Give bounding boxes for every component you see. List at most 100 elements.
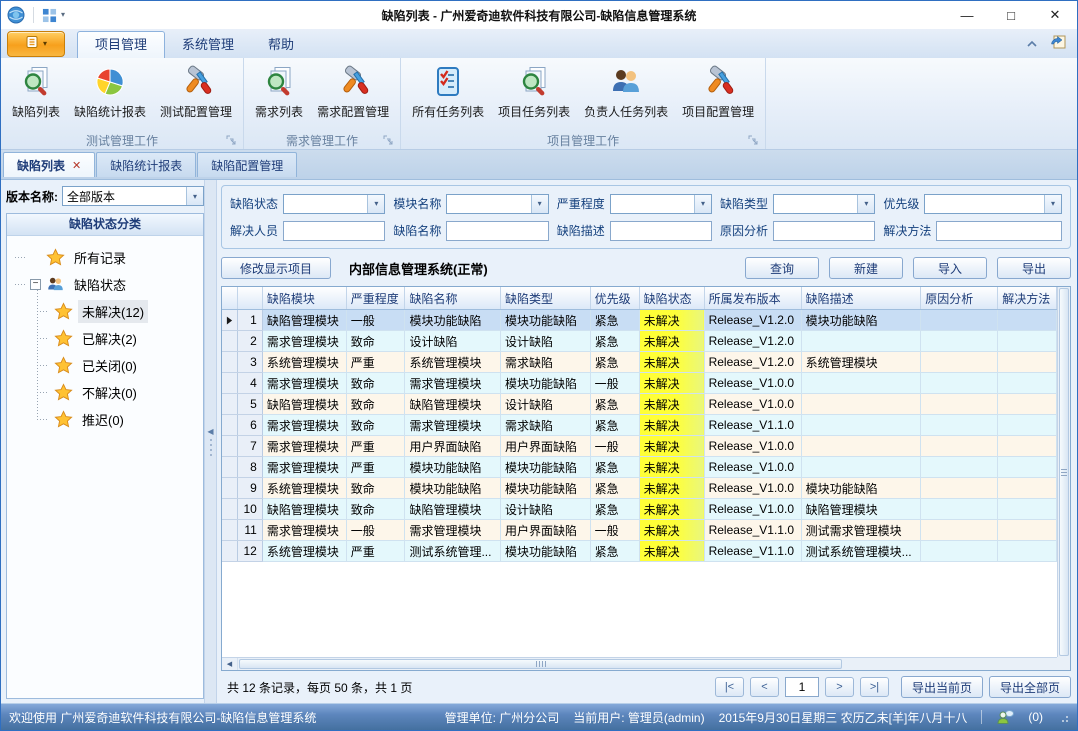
grid-row-9[interactable]: 9系统管理模块致命模块功能缺陷模块功能缺陷紧急未解决Release_V1.0.0…: [222, 478, 1057, 499]
new-button[interactable]: 新建: [829, 257, 903, 279]
resize-grip[interactable]: [1057, 711, 1069, 723]
dropdown-arrow-icon[interactable]: ▾: [186, 187, 203, 205]
defect-desc-filter[interactable]: [610, 221, 712, 241]
export-button[interactable]: 导出: [997, 257, 1071, 279]
dropdown-arrow-icon[interactable]: ▾: [367, 195, 384, 213]
horizontal-scrollbar-thumb[interactable]: [239, 659, 842, 669]
prev-page-button[interactable]: <: [750, 677, 779, 697]
version-select[interactable]: 全部版本 ▾: [62, 186, 204, 206]
vertical-scrollbar-thumb[interactable]: [1059, 288, 1069, 656]
grid-row-2[interactable]: 2需求管理模块致命设计缺陷设计缺陷紧急未解决Release_V1.2.0: [222, 331, 1057, 352]
close-button[interactable]: ✕: [1033, 1, 1077, 29]
dropdown-arrow-icon[interactable]: ▾: [1044, 195, 1061, 213]
view-switcher-icon[interactable]: [42, 8, 57, 23]
solution-filter[interactable]: [936, 221, 1062, 241]
cause-analysis-filter[interactable]: [773, 221, 875, 241]
col-header-defect-status[interactable]: 缺陷状态: [639, 287, 704, 310]
minimize-button[interactable]: —: [945, 1, 989, 29]
collapse-expander-icon[interactable]: −: [30, 279, 41, 290]
page-number-input[interactable]: [785, 677, 819, 697]
application-menu-button[interactable]: ▾: [7, 31, 65, 57]
defect-status-filter[interactable]: ▾: [283, 194, 385, 214]
grid-row-11[interactable]: 11需求管理模块一般需求管理模块用户界面缺陷一般未解决Release_V1.1.…: [222, 520, 1057, 541]
col-header-priority[interactable]: 优先级: [590, 287, 639, 310]
grid-row-4[interactable]: 4需求管理模块致命需求管理模块模块功能缺陷一般未解决Release_V1.0.0: [222, 373, 1057, 394]
col-header-defect-type[interactable]: 缺陷类型: [501, 287, 591, 310]
defect-stats-report-button[interactable]: 缺陷统计报表: [67, 60, 153, 131]
star-icon: [54, 302, 73, 321]
ribbon-tab-project-management[interactable]: 项目管理: [77, 31, 165, 58]
test-config-button[interactable]: 测试配置管理: [153, 60, 239, 131]
doc-tab-defect-config[interactable]: 缺陷配置管理: [197, 152, 297, 177]
next-page-button[interactable]: >: [825, 677, 854, 697]
scroll-left-arrow-icon[interactable]: ◀: [222, 658, 238, 670]
cell-defect-status: 未解决: [639, 478, 704, 499]
col-header-defect-desc[interactable]: 缺陷描述: [801, 287, 921, 310]
close-tab-icon[interactable]: ✕: [72, 159, 81, 172]
owner-tasks-button[interactable]: 负责人任务列表: [577, 60, 675, 131]
priority-filter[interactable]: ▾: [924, 194, 1062, 214]
dropdown-arrow-icon[interactable]: ▾: [531, 195, 548, 213]
export-all-pages-button[interactable]: 导出全部页: [989, 676, 1071, 698]
requirement-config-button[interactable]: 需求配置管理: [310, 60, 396, 131]
project-config-button[interactable]: 项目配置管理: [675, 60, 761, 131]
project-tasks-button[interactable]: 项目任务列表: [491, 60, 577, 131]
col-header-defect-module[interactable]: 缺陷模块: [262, 287, 346, 310]
tree-item-unresolved[interactable]: 未解决(12): [37, 298, 201, 325]
grid-row-10[interactable]: 10缺陷管理模块致命缺陷管理模块设计缺陷紧急未解决Release_V1.0.0缺…: [222, 499, 1057, 520]
defect-type-filter[interactable]: ▾: [773, 194, 875, 214]
col-header-defect-name[interactable]: 缺陷名称: [405, 287, 501, 310]
grid-row-3[interactable]: 3系统管理模块严重系统管理模块需求缺陷紧急未解决Release_V1.2.0系统…: [222, 352, 1057, 373]
grid-row-12[interactable]: 12系统管理模块严重测试系统管理...模块功能缺陷紧急未解决Release_V1…: [222, 541, 1057, 562]
status-bar-right: 管理单位: 广州分公司 当前用户: 管理员(admin) 2015年9月30日星…: [445, 709, 1069, 726]
ribbon-tab-help[interactable]: 帮助: [251, 32, 311, 58]
grid-row-5[interactable]: 5缺陷管理模块致命缺陷管理模块设计缺陷紧急未解决Release_V1.0.0: [222, 394, 1057, 415]
col-header-release-version[interactable]: 所属发布版本: [704, 287, 801, 310]
query-button[interactable]: 查询: [745, 257, 819, 279]
import-button[interactable]: 导入: [913, 257, 987, 279]
defect-list-button[interactable]: 缺陷列表: [5, 60, 67, 131]
doc-tab-defect-stats-report[interactable]: 缺陷统计报表: [96, 152, 196, 177]
tree-item-all-records[interactable]: 所有记录: [15, 244, 201, 271]
cell-solution: [998, 331, 1057, 352]
col-header-cause-analysis[interactable]: 原因分析: [921, 287, 998, 310]
first-page-button[interactable]: |<: [715, 677, 744, 697]
ribbon-group-project-management: 所有任务列表项目任务列表负责人任务列表项目配置管理项目管理工作: [401, 58, 766, 149]
user-status-icon[interactable]: [996, 709, 1014, 725]
last-page-button[interactable]: >|: [860, 677, 889, 697]
dialog-launcher-icon[interactable]: [226, 135, 236, 145]
severity-filter[interactable]: ▾: [610, 194, 712, 214]
horizontal-scrollbar[interactable]: ◀: [222, 657, 1057, 670]
col-header-solution[interactable]: 解决方法: [998, 287, 1057, 310]
dialog-launcher-icon[interactable]: [383, 135, 393, 145]
window-switch-icon[interactable]: [1050, 34, 1067, 53]
tree-item-not-resolved[interactable]: 不解决(0): [37, 379, 201, 406]
tree-item-closed[interactable]: 已关闭(0): [37, 352, 201, 379]
defect-name-filter[interactable]: [446, 221, 548, 241]
doc-tab-defect-list[interactable]: 缺陷列表✕: [3, 152, 95, 177]
module-name-filter[interactable]: ▾: [446, 194, 548, 214]
vertical-scrollbar[interactable]: [1057, 287, 1070, 657]
dropdown-arrow-icon[interactable]: ▾: [61, 11, 65, 19]
modify-display-items-button[interactable]: 修改显示项目: [221, 257, 331, 279]
col-header-severity[interactable]: 严重程度: [346, 287, 405, 310]
dialog-launcher-icon[interactable]: [748, 135, 758, 145]
all-tasks-button[interactable]: 所有任务列表: [405, 60, 491, 131]
dropdown-arrow-icon[interactable]: ▾: [857, 195, 874, 213]
grid-row-6[interactable]: 6需求管理模块致命需求管理模块需求缺陷紧急未解决Release_V1.1.0: [222, 415, 1057, 436]
sidebar-splitter[interactable]: ◀: [204, 180, 217, 703]
grid-row-1[interactable]: 1缺陷管理模块一般模块功能缺陷模块功能缺陷紧急未解决Release_V1.2.0…: [222, 310, 1057, 331]
resolver-filter[interactable]: [283, 221, 385, 241]
requirement-list-button[interactable]: 需求列表: [248, 60, 310, 131]
collapse-ribbon-chevron-up-icon[interactable]: [1026, 37, 1038, 51]
collapse-left-icon[interactable]: ◀: [207, 428, 213, 436]
ribbon-tab-system-management[interactable]: 系统管理: [165, 32, 251, 58]
tree-item-resolved[interactable]: 已解决(2): [37, 325, 201, 352]
tree-item-postponed[interactable]: 推迟(0): [37, 406, 201, 433]
dropdown-arrow-icon[interactable]: ▾: [694, 195, 711, 213]
maximize-button[interactable]: □: [989, 1, 1033, 29]
export-current-page-button[interactable]: 导出当前页: [901, 676, 983, 698]
grid-row-7[interactable]: 7需求管理模块严重用户界面缺陷用户界面缺陷一般未解决Release_V1.0.0: [222, 436, 1057, 457]
tree-item-defect-status[interactable]: −缺陷状态: [15, 271, 201, 298]
grid-row-8[interactable]: 8需求管理模块严重模块功能缺陷模块功能缺陷紧急未解决Release_V1.0.0: [222, 457, 1057, 478]
